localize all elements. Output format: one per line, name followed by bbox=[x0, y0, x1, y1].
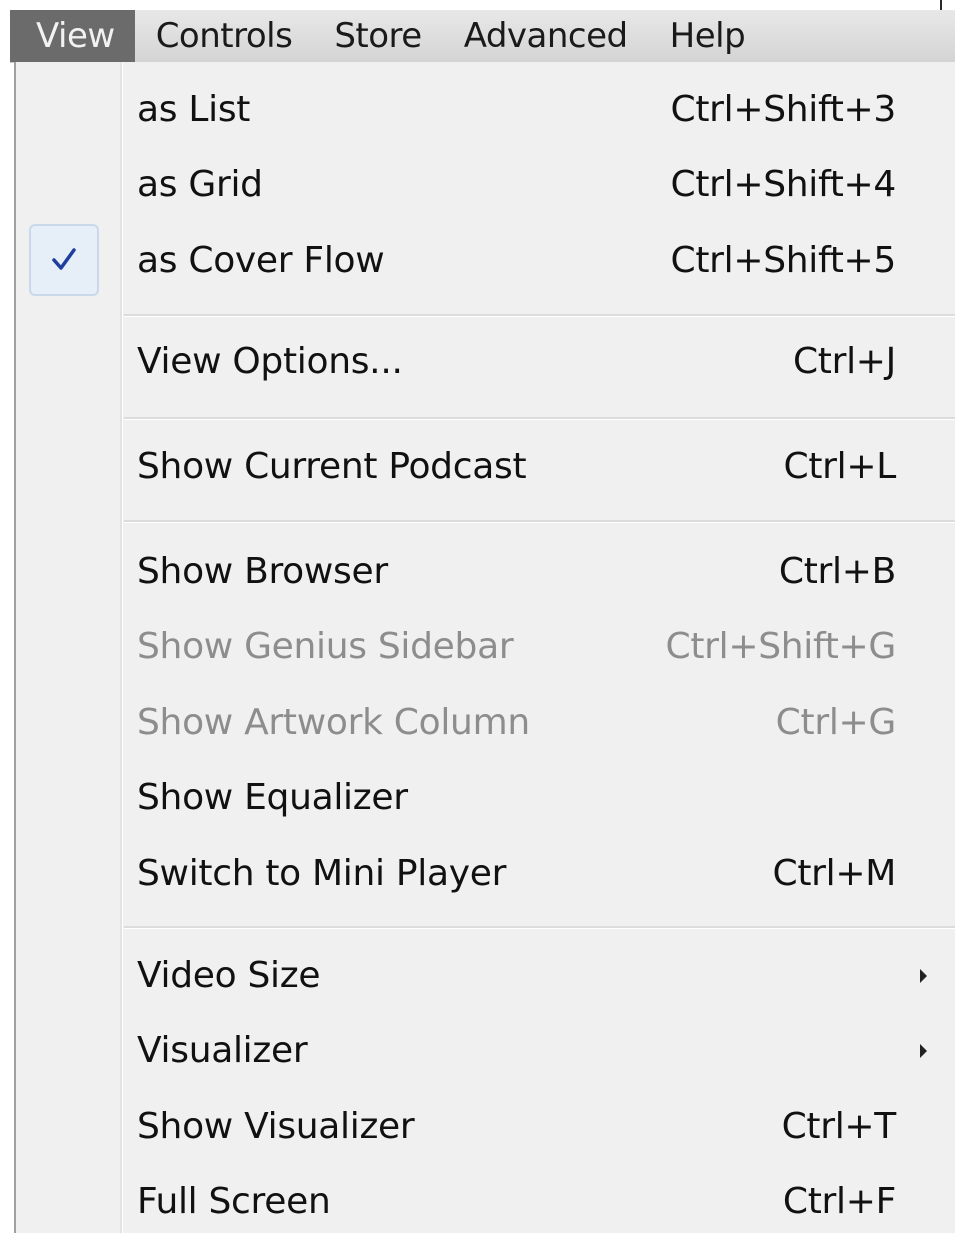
menu-item-shortcut: Ctrl+L bbox=[783, 446, 897, 487]
menu-item-label: as Cover Flow bbox=[137, 240, 385, 281]
menu-item-shortcut: Ctrl+F bbox=[782, 1181, 896, 1222]
itunes-window-fragment: View Controls Store Advanced Help as Lis… bbox=[0, 0, 955, 1233]
menu-item-video-size[interactable]: Video Size bbox=[16, 938, 955, 1013]
menu-item-label: Video Size bbox=[137, 955, 321, 996]
menu-separator bbox=[124, 314, 955, 317]
underlying-window-edge bbox=[0, 62, 10, 1233]
menu-item-label: Visualizer bbox=[137, 1030, 308, 1071]
menubar-advanced[interactable]: Advanced bbox=[443, 10, 649, 62]
menu-item-view-options[interactable]: View Options... Ctrl+J bbox=[16, 324, 955, 399]
menu-item-shortcut: Ctrl+G bbox=[775, 702, 897, 743]
menu-item-as-grid[interactable]: as Grid Ctrl+Shift+4 bbox=[16, 147, 955, 222]
menu-item-shortcut: Ctrl+B bbox=[778, 551, 896, 592]
menu-item-show-current-podcast[interactable]: Show Current Podcast Ctrl+L bbox=[16, 429, 955, 504]
menu-item-visualizer[interactable]: Visualizer bbox=[16, 1013, 955, 1088]
menu-item-label: Show Current Podcast bbox=[137, 446, 527, 487]
menu-item-label: Show Visualizer bbox=[137, 1106, 415, 1147]
menu-item-label: Show Equalizer bbox=[137, 777, 408, 818]
menu-item-show-genius-sidebar: Show Genius Sidebar Ctrl+Shift+G bbox=[16, 609, 955, 684]
menu-item-shortcut: Ctrl+Shift+3 bbox=[670, 89, 896, 130]
menu-item-label: Full Screen bbox=[137, 1181, 331, 1222]
menu-item-shortcut: Ctrl+J bbox=[792, 341, 896, 382]
menu-item-label: as List bbox=[137, 89, 251, 130]
menu-item-label: Show Browser bbox=[137, 551, 388, 592]
window-edge bbox=[940, 0, 942, 10]
view-menu-dropdown: as List Ctrl+Shift+3 as Grid Ctrl+Shift+… bbox=[14, 62, 955, 1233]
menu-item-shortcut: Ctrl+Shift+5 bbox=[670, 240, 896, 281]
menu-item-switch-to-mini-player[interactable]: Switch to Mini Player Ctrl+M bbox=[16, 836, 955, 911]
menu-item-shortcut: Ctrl+Shift+4 bbox=[670, 164, 896, 205]
submenu-arrow-icon bbox=[920, 1044, 927, 1058]
menu-item-label: Show Artwork Column bbox=[137, 702, 530, 743]
menu-item-shortcut: Ctrl+M bbox=[772, 853, 897, 894]
menu-item-show-artwork-column: Show Artwork Column Ctrl+G bbox=[16, 685, 955, 760]
menu-item-as-cover-flow[interactable]: as Cover Flow Ctrl+Shift+5 bbox=[16, 223, 955, 298]
menubar-store[interactable]: Store bbox=[313, 10, 442, 62]
menu-item-label: as Grid bbox=[137, 164, 263, 205]
menu-bar: View Controls Store Advanced Help bbox=[10, 10, 955, 63]
menu-item-full-screen[interactable]: Full Screen Ctrl+F bbox=[16, 1164, 955, 1233]
menu-item-show-visualizer[interactable]: Show Visualizer Ctrl+T bbox=[16, 1089, 955, 1164]
menu-item-label: Switch to Mini Player bbox=[137, 853, 507, 894]
menu-item-label: Show Genius Sidebar bbox=[137, 626, 514, 667]
menu-item-show-equalizer[interactable]: Show Equalizer bbox=[16, 760, 955, 835]
menu-item-show-browser[interactable]: Show Browser Ctrl+B bbox=[16, 534, 955, 609]
menu-separator bbox=[124, 520, 955, 523]
menu-item-label: View Options... bbox=[137, 341, 403, 382]
menu-item-shortcut: Ctrl+T bbox=[781, 1106, 897, 1147]
menu-separator bbox=[124, 417, 955, 420]
menu-item-shortcut: Ctrl+Shift+G bbox=[665, 626, 896, 667]
submenu-arrow-icon bbox=[920, 969, 927, 983]
menu-separator bbox=[124, 926, 955, 929]
menubar-controls[interactable]: Controls bbox=[135, 10, 314, 62]
menu-item-as-list[interactable]: as List Ctrl+Shift+3 bbox=[16, 72, 955, 147]
menubar-view[interactable]: View bbox=[10, 10, 135, 62]
menubar-help[interactable]: Help bbox=[649, 10, 767, 62]
